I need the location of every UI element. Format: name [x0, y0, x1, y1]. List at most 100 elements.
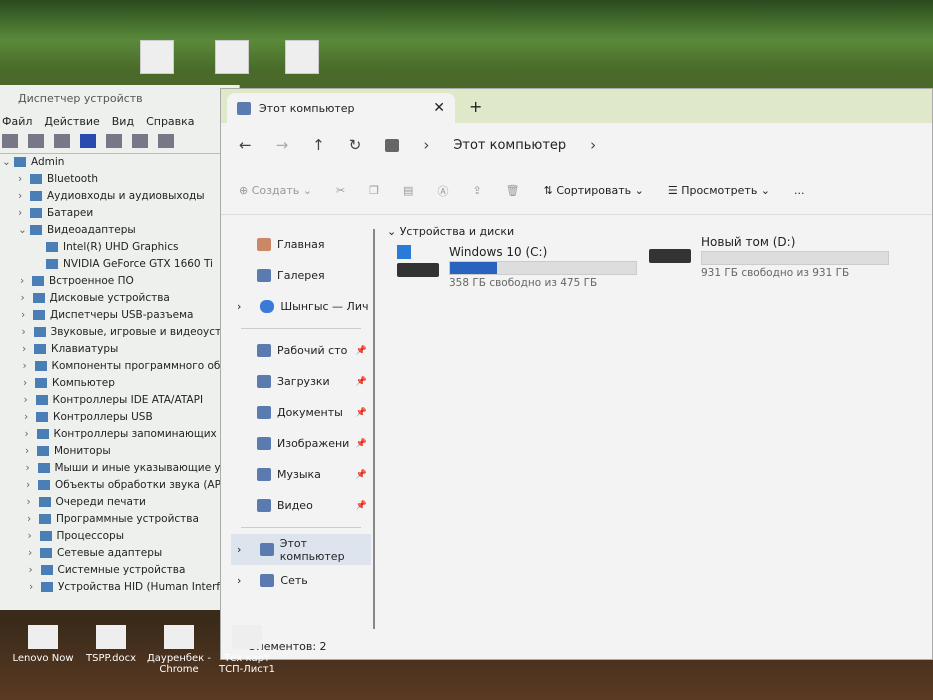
desktop-icon[interactable]	[140, 40, 174, 74]
desktop-icon[interactable]	[285, 40, 319, 74]
chevron-icon[interactable]: ›	[26, 477, 38, 494]
tab-this-pc[interactable]: Этот компьютер ✕	[227, 93, 455, 123]
chevron-icon[interactable]: ›	[18, 205, 30, 222]
tree-item[interactable]: › Устройства HID (Human Interface D	[0, 579, 239, 596]
chevron-icon[interactable]: ›	[29, 579, 41, 596]
copy-icon[interactable]: ❐	[369, 184, 379, 197]
chevron-icon[interactable]: ⌄	[18, 222, 30, 239]
rename-icon[interactable]: Ⓐ	[437, 183, 448, 199]
forward-button[interactable]: →	[276, 136, 289, 154]
tree-item[interactable]: › Системные устройства	[0, 562, 239, 579]
chevron-icon[interactable]: ›	[18, 171, 30, 188]
menu-item[interactable]: Вид	[112, 115, 134, 128]
tree-item[interactable]: Intel(R) UHD Graphics	[0, 239, 239, 256]
chevron-icon[interactable]: ⌄	[2, 154, 14, 171]
desktop-icon[interactable]: TSPP.docx	[76, 625, 146, 664]
chevron-icon[interactable]: ›	[25, 443, 37, 460]
tree-item[interactable]: › Дисковые устройства	[0, 290, 239, 307]
sidebar-item-this-pc[interactable]: › Этот компьютер	[231, 534, 371, 565]
cut-icon[interactable]: ✂	[336, 184, 345, 197]
view-icon[interactable]	[106, 134, 122, 148]
pin-icon[interactable]: 📌	[356, 408, 367, 418]
pin-icon[interactable]: 📌	[356, 346, 367, 356]
tree-item[interactable]: › Аудиовходы и аудиовыходы	[0, 188, 239, 205]
chevron-icon[interactable]: ›	[24, 409, 36, 426]
chevron-icon[interactable]: ›	[29, 562, 41, 579]
chevron-icon[interactable]: ›	[21, 290, 33, 307]
tree-item[interactable]: › Процессоры	[0, 528, 239, 545]
close-tab-button[interactable]: ✕	[433, 100, 445, 116]
scan-icon[interactable]	[132, 134, 148, 148]
tree-item[interactable]: › Звуковые, игровые и видеоустрой	[0, 324, 240, 341]
up-button[interactable]: ↑	[312, 136, 325, 154]
tree-item[interactable]: › Диспетчеры USB-разъема	[0, 307, 239, 324]
chevron-icon[interactable]: ›	[23, 358, 35, 375]
chevron-icon[interactable]: ›	[26, 460, 38, 477]
tree-item[interactable]: › Клавиатуры	[0, 341, 239, 358]
chevron-icon[interactable]: ›	[25, 426, 37, 443]
chevron-icon[interactable]: ›	[28, 528, 40, 545]
tree-item[interactable]: › Встроенное ПО	[0, 273, 239, 290]
sidebar-item-pinned[interactable]: Загрузки 📌	[231, 366, 371, 397]
monitor-icon[interactable]	[158, 134, 174, 148]
sidebar-item-network[interactable]: › Сеть	[231, 565, 371, 596]
chevron-icon[interactable]: ›	[23, 375, 35, 392]
tree-item[interactable]: › Компоненты программного обесп	[0, 358, 240, 375]
desktop-icon[interactable]: Дауренбек - Chrome	[144, 625, 214, 675]
view-button[interactable]: ☰ Просмотреть ⌄	[668, 184, 770, 197]
create-button[interactable]: ⊕ Создать ⌄	[239, 184, 312, 197]
tree-item[interactable]: NVIDIA GeForce GTX 1660 Ti	[0, 256, 239, 273]
sidebar-item-pinned[interactable]: Музыка 📌	[231, 459, 371, 490]
sort-button[interactable]: ⇅ Сортировать ⌄	[544, 184, 644, 197]
tree-item[interactable]: › Контроллеры запоминающих устр	[0, 426, 240, 443]
tree-item[interactable]: › Контроллеры USB	[0, 409, 239, 426]
tree-item[interactable]: › Батареи	[0, 205, 239, 222]
tree-item[interactable]: › Объекты обработки звука (APO)	[0, 477, 239, 494]
chevron-icon[interactable]: ›	[21, 307, 33, 324]
chevron-icon[interactable]: ›	[27, 511, 39, 528]
chevron-icon[interactable]: ›	[20, 273, 32, 290]
sidebar-item-pinned[interactable]: Изображени 📌	[231, 428, 371, 459]
chevron-icon[interactable]: ›	[18, 188, 30, 205]
tree-item[interactable]: › Очереди печати	[0, 494, 239, 511]
pin-icon[interactable]: 📌	[356, 470, 367, 480]
drive-c[interactable]: Windows 10 (C:) 358 ГБ свободно из 475 Г…	[397, 245, 637, 289]
menu-item[interactable]: Файл	[2, 115, 32, 128]
pin-icon[interactable]: 📌	[356, 501, 367, 511]
more-button[interactable]: ...	[794, 184, 805, 197]
chevron-icon[interactable]: ›	[28, 545, 40, 562]
desktop-icon[interactable]: Тех карт ТСП-Лист1	[212, 625, 282, 675]
tree-item[interactable]: ⌄ Видеоадаптеры	[0, 222, 239, 239]
sidebar-item-pinned[interactable]: Рабочий сто 📌	[231, 335, 371, 366]
new-tab-button[interactable]: +	[469, 97, 482, 123]
sidebar-item-pinned[interactable]: Документы 📌	[231, 397, 371, 428]
menu-item[interactable]: Справка	[146, 115, 194, 128]
chevron-icon[interactable]: ›	[27, 494, 39, 511]
back-icon[interactable]	[2, 134, 18, 148]
address-bar[interactable]: Этот компьютер	[453, 138, 566, 153]
desktop-icon[interactable]	[215, 40, 249, 74]
tree-item[interactable]: › Компьютер	[0, 375, 239, 392]
paste-icon[interactable]: ▤	[403, 184, 413, 197]
sidebar-item-home[interactable]: Главная	[231, 229, 371, 260]
refresh-button[interactable]: ↻	[349, 136, 362, 154]
scrollbar[interactable]	[373, 229, 375, 629]
share-icon[interactable]: ⇪	[472, 184, 481, 197]
tree-item[interactable]: › Сетевые адаптеры	[0, 545, 239, 562]
pin-icon[interactable]: 📌	[356, 377, 367, 387]
help-icon[interactable]	[80, 134, 96, 148]
tree-item[interactable]: › Программные устройства	[0, 511, 239, 528]
desktop-icon[interactable]: Lenovo Now	[8, 625, 78, 664]
delete-icon[interactable]: 🗑	[506, 184, 520, 197]
back-button[interactable]: ←	[239, 136, 252, 154]
pin-icon[interactable]: 📌	[356, 439, 367, 449]
tree-item[interactable]: › Мыши и иные указывающие устро	[0, 460, 240, 477]
chevron-icon[interactable]: ›	[22, 341, 34, 358]
tree-item[interactable]: › Мониторы	[0, 443, 239, 460]
forward-icon[interactable]	[28, 134, 44, 148]
menu-item[interactable]: Действие	[44, 115, 99, 128]
chevron-icon[interactable]: ›	[22, 324, 34, 341]
tree-item[interactable]: › Bluetooth	[0, 171, 239, 188]
drive-d[interactable]: Новый том (D:) 931 ГБ свободно из 931 ГБ	[649, 235, 889, 279]
sidebar-item-gallery[interactable]: Галерея	[231, 260, 371, 291]
